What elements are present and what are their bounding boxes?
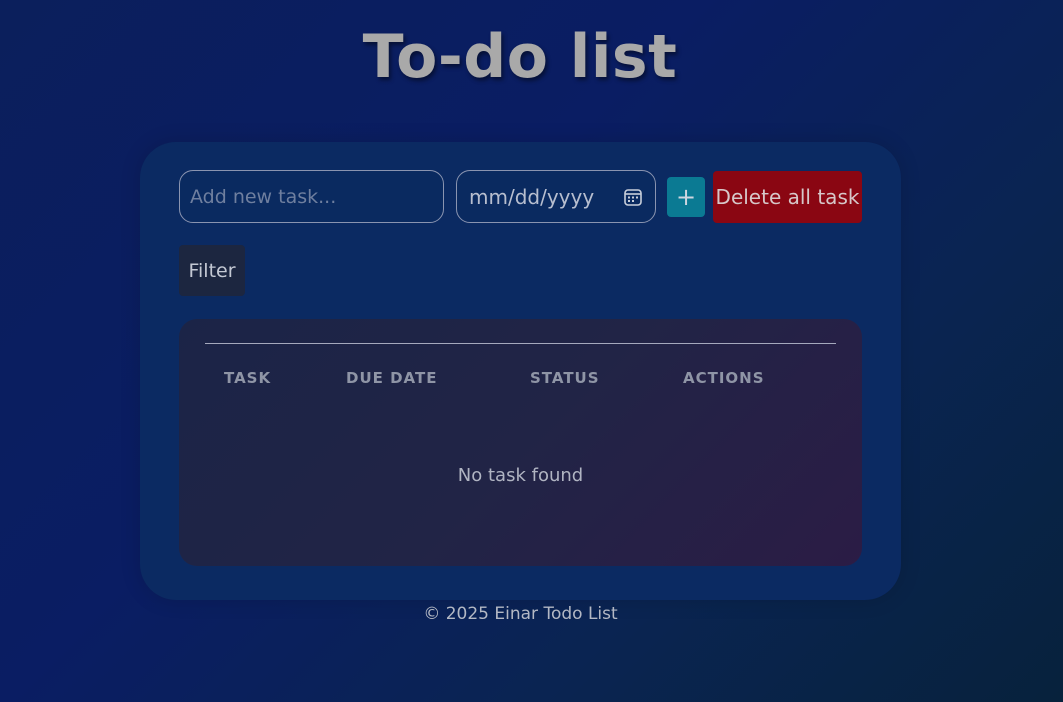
task-input[interactable] <box>179 170 444 223</box>
date-placeholder: mm/dd/yyyy <box>469 184 595 209</box>
column-header-task: TASK <box>224 369 272 387</box>
footer-copyright: © 2025 Einar Todo List <box>423 604 618 624</box>
page-title: To-do list <box>362 22 678 92</box>
delete-all-button[interactable]: Delete all task <box>713 171 862 223</box>
column-header-status: STATUS <box>530 369 600 387</box>
task-table <box>179 319 862 566</box>
add-task-button[interactable]: + <box>667 177 705 217</box>
due-date-input[interactable]: mm/dd/yyyy <box>456 170 656 223</box>
filter-button[interactable]: Filter <box>179 245 245 296</box>
table-divider <box>205 343 836 344</box>
empty-state-message: No task found <box>457 465 584 486</box>
calendar-icon[interactable] <box>623 187 643 207</box>
column-header-actions: ACTIONS <box>683 369 765 387</box>
column-header-due-date: DUE DATE <box>346 369 438 387</box>
